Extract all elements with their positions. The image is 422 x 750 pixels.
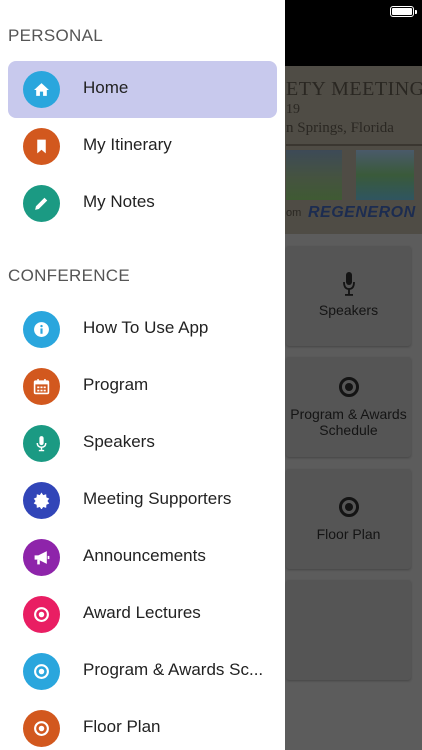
banner-title: ETY MEETING: [286, 78, 422, 100]
menu-item-meeting-supporters[interactable]: Meeting Supporters: [8, 472, 277, 529]
section-header-conference: CONFERENCE: [8, 266, 131, 285]
menu-item-label: My Notes: [83, 192, 155, 211]
pencil-icon: [23, 185, 60, 222]
tile-program-awards[interactable]: Program & Awards Schedule: [286, 357, 411, 457]
tile-floor-plan[interactable]: Floor Plan: [286, 469, 411, 569]
battery-icon: [390, 6, 417, 17]
menu-item-label: Program: [83, 375, 149, 394]
menu-item-label: Award Lectures: [83, 603, 201, 622]
menu-item-announcements[interactable]: Announcements: [8, 529, 277, 586]
tile-speakers[interactable]: Speakers: [286, 246, 411, 346]
banner-location: n Springs, Florida: [286, 120, 394, 136]
menu-item-label: Home: [83, 78, 129, 97]
tile-label: Floor Plan: [316, 526, 381, 542]
banner-sponsor-logo: REGENERON: [308, 204, 416, 221]
banner-sponsor-prefix: om: [286, 207, 302, 219]
menu-item-home[interactable]: Home: [8, 61, 277, 118]
info-icon: [23, 311, 60, 348]
section-header-personal: PERSONAL: [8, 26, 103, 45]
tile-label: Program & Awards Schedule: [290, 406, 407, 438]
menu-item-label: Program & Awards Sc...: [83, 660, 264, 679]
menu-item-how-to-use-app[interactable]: How To Use App: [8, 301, 277, 358]
navigation-drawer: PERSONAL Home My Itinerary My Notes CONF…: [0, 0, 285, 750]
menu-item-my-itinerary[interactable]: My Itinerary: [8, 118, 277, 175]
tile-empty[interactable]: [286, 580, 411, 680]
target-icon: [338, 497, 359, 517]
microphone-icon: [342, 272, 355, 296]
menu-item-program[interactable]: Program: [8, 358, 277, 415]
target-icon: [23, 596, 60, 633]
menu-item-label: How To Use App: [83, 318, 209, 337]
home-icon: [23, 71, 60, 108]
menu-item-label: Speakers: [83, 432, 155, 451]
target-icon: [338, 377, 359, 397]
banner-photo-left: [286, 150, 342, 200]
menu-item-speakers[interactable]: Speakers: [8, 415, 277, 472]
menu-item-label: Announcements: [83, 546, 206, 565]
target-icon: [23, 653, 60, 690]
megaphone-icon: [23, 539, 60, 576]
banner-year: 19: [286, 102, 300, 117]
tile-label: Speakers: [318, 302, 379, 318]
bookmark-icon: [23, 128, 60, 165]
calendar-icon: [23, 368, 60, 405]
banner-photo-right: [356, 150, 414, 200]
menu-item-award-lectures[interactable]: Award Lectures: [8, 586, 277, 643]
banner-divider: [286, 144, 422, 146]
menu-item-floor-plan[interactable]: Floor Plan: [8, 700, 277, 750]
menu-item-label: My Itinerary: [83, 135, 172, 154]
menu-item-label: Meeting Supporters: [83, 489, 232, 508]
menu-item-label: Floor Plan: [83, 717, 161, 736]
badge-icon: [23, 482, 60, 519]
target-icon: [23, 710, 60, 747]
microphone-icon: [23, 425, 60, 462]
menu-item-program-awards-schedule[interactable]: Program & Awards Sc...: [8, 643, 277, 700]
menu-item-my-notes[interactable]: My Notes: [8, 175, 277, 232]
